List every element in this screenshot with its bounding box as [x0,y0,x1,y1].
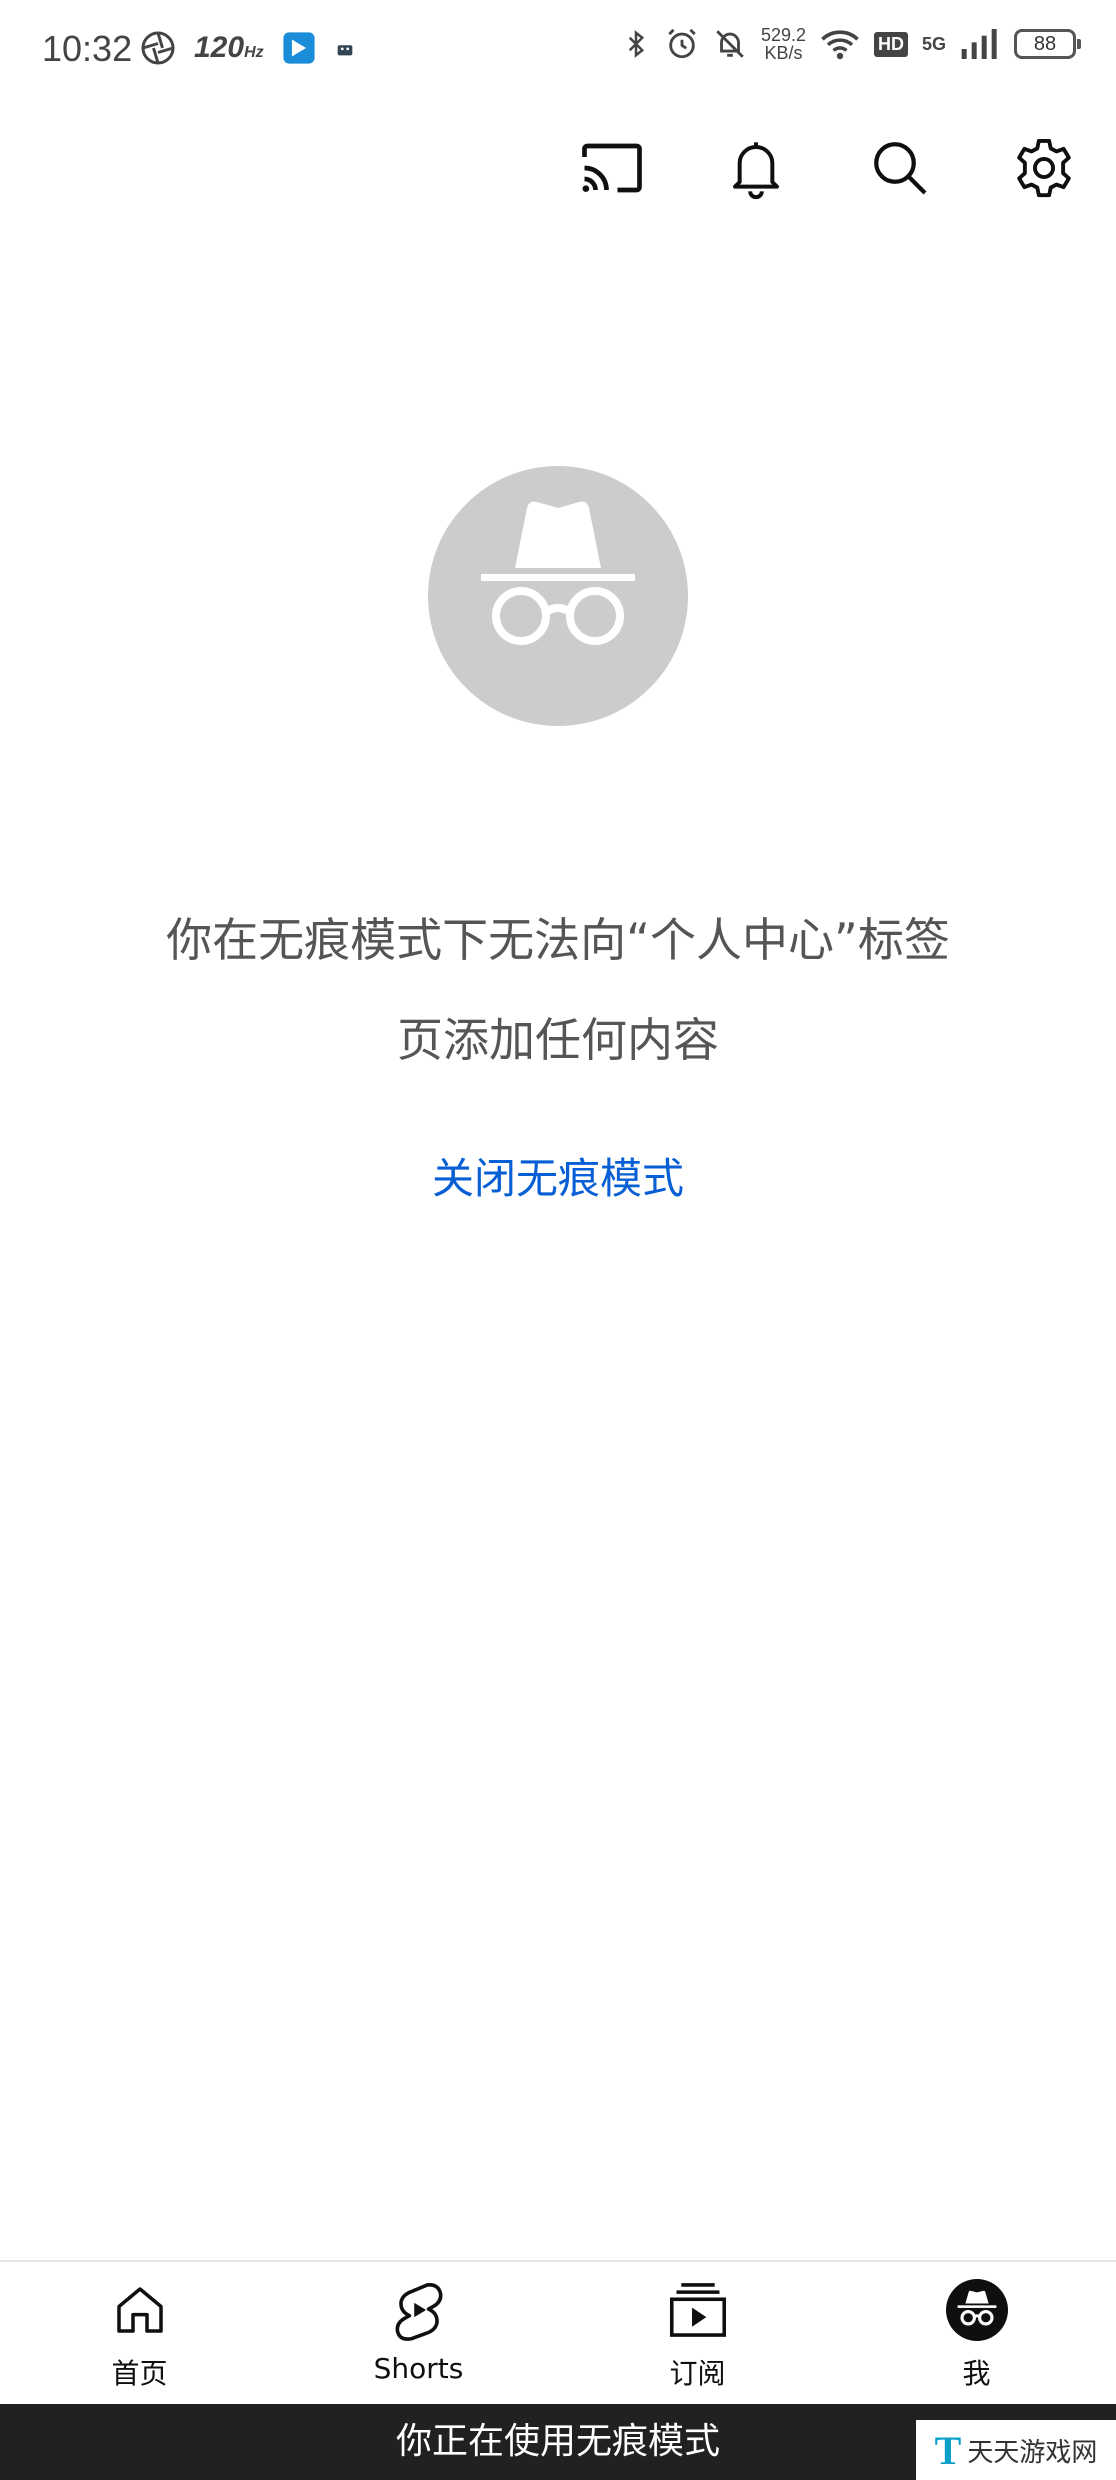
battery-indicator: 88 [1014,29,1081,59]
incognito-illustration [428,466,688,726]
cast-icon [582,143,642,193]
bottom-navigation: 首页 Shorts 订阅 我 [0,2260,1116,2404]
nav-label-you: 我 [962,2357,991,2390]
refresh-rate: 120Hz [194,31,264,64]
nav-item-subscriptions[interactable]: 订阅 [558,2262,837,2404]
incognito-message: 你在无痕模式下无法向“个人中心”标签 页添加任何内容 [100,890,1016,1090]
settings-button[interactable] [1006,130,1082,206]
nav-item-shorts[interactable]: Shorts [279,2262,558,2404]
aperture-icon [141,31,175,65]
nav-item-home[interactable]: 首页 [0,2262,279,2404]
nav-item-you[interactable]: 我 [837,2262,1116,2404]
network-type: 5G [921,33,946,54]
hd-badge: HD [873,31,908,57]
incognito-icon [481,501,635,645]
wifi-icon [821,30,859,60]
top-app-bar [574,130,1082,206]
message-line-2: 页添加任何内容 [397,1013,719,1067]
watermark: T 天天游戏网 [916,2420,1116,2480]
status-bar: 10:32 120Hz 529.2 KB/s HD 5G 88 [0,0,1116,100]
cast-button[interactable] [574,130,650,206]
android-notification-icon [337,45,352,56]
app-notification-icon [283,32,315,64]
status-right-icons: 529.2 KB/s HD 5G 88 [621,25,1081,63]
subscriptions-icon [669,2283,726,2337]
notifications-button[interactable] [718,130,794,206]
signal-icon [961,29,997,59]
search-icon [874,142,927,195]
turn-off-incognito-link[interactable]: 关闭无痕模式 [0,1145,1116,1206]
nav-label-subscriptions: 订阅 [669,2357,726,2390]
status-left-icons: 120Hz [140,30,356,66]
search-button[interactable] [862,130,938,206]
network-speed: 529.2 KB/s [760,25,806,63]
shorts-icon [395,2283,442,2341]
home-icon [116,2287,163,2333]
silent-bell-icon [716,30,744,58]
notifications-bell-icon [733,142,779,200]
watermark-text: 天天游戏网 [967,2437,1098,2468]
watermark-logo: T [934,2427,962,2473]
settings-gear-icon [1017,138,1071,198]
alarm-icon [668,28,696,59]
incognito-avatar-icon [945,2279,1008,2341]
bluetooth-icon [628,30,645,58]
nav-label-shorts: Shorts [373,2352,464,2385]
message-line-1: 你在无痕模式下无法向“个人中心”标签 [166,913,950,967]
status-time: 10:32 [42,28,133,69]
nav-label-home: 首页 [111,2357,168,2390]
